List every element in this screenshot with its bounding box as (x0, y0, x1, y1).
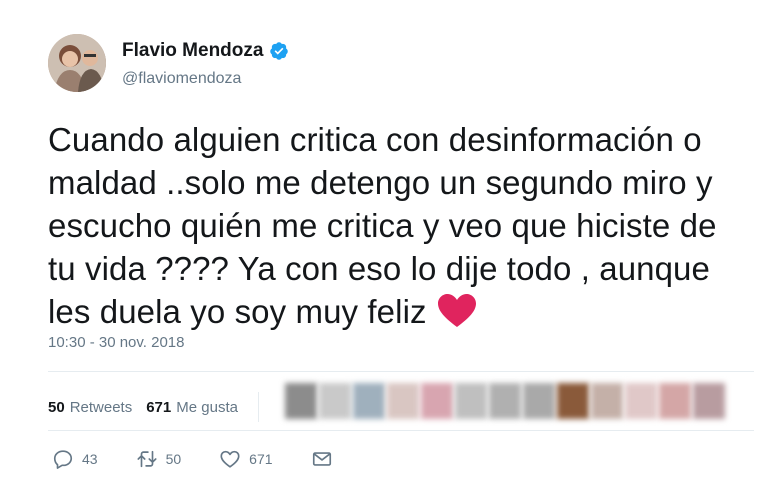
reply-count: 43 (82, 451, 98, 467)
tweet-text-line: les duela yo soy muy feliz (48, 293, 427, 330)
liker-avatar[interactable] (693, 383, 725, 419)
tweet-text-line: Cuando alguien critica con desinformació… (48, 121, 702, 158)
liker-avatar[interactable] (455, 383, 487, 419)
liker-avatar[interactable] (489, 383, 521, 419)
liker-avatar[interactable] (319, 383, 351, 419)
liker-avatars (285, 383, 725, 419)
divider (48, 371, 754, 372)
direct-message-button[interactable] (311, 448, 341, 470)
like-button[interactable]: 671 (219, 448, 273, 470)
tweet-text-line: maldad ..solo me detengo un segundo miro… (48, 164, 713, 201)
liker-avatar[interactable] (387, 383, 419, 419)
reply-button[interactable]: 43 (52, 448, 98, 470)
author-display-name[interactable]: Flavio Mendoza (122, 40, 263, 62)
liker-avatar[interactable] (659, 383, 691, 419)
tweet-card: Flavio Mendoza @flaviomendoza Cuando alg… (0, 0, 767, 504)
divider (48, 430, 754, 431)
avatar[interactable] (48, 34, 106, 92)
likes-label[interactable]: Me gusta (176, 399, 238, 416)
tweet-text-last-line: les duela yo soy muy feliz (48, 290, 748, 333)
author-name-row: Flavio Mendoza (122, 40, 289, 62)
stats-separator (257, 392, 259, 422)
retweets-count[interactable]: 50 (48, 399, 65, 416)
liker-avatar[interactable] (421, 383, 453, 419)
liker-avatar[interactable] (557, 383, 589, 419)
avatar-photo (48, 34, 106, 92)
retweet-button[interactable]: 50 (136, 448, 182, 470)
tweet-actions: 43 50 671 (52, 448, 379, 470)
retweets-label[interactable]: Retweets (70, 399, 133, 416)
red-heart-emoji-icon (437, 294, 476, 327)
tweet-stats: 50 Retweets 671 Me gusta (48, 392, 269, 422)
liker-avatar[interactable] (523, 383, 555, 419)
heart-icon (220, 450, 240, 468)
tweet-text-line: escucho quién me critica y veo que hicis… (48, 207, 717, 244)
liker-avatar[interactable] (285, 383, 317, 419)
liker-avatar[interactable] (625, 383, 657, 419)
liker-avatar[interactable] (591, 383, 623, 419)
retweet-icon (137, 450, 157, 468)
like-count: 671 (249, 451, 273, 467)
tweet-text-line: tu vida ???? Ya con eso lo dije todo , a… (48, 250, 710, 287)
liker-avatar[interactable] (353, 383, 385, 419)
tweet-timestamp[interactable]: 10:30 - 30 nov. 2018 (48, 334, 185, 351)
envelope-icon (312, 452, 331, 466)
retweet-count: 50 (165, 451, 182, 467)
likes-count[interactable]: 671 (146, 399, 171, 416)
tweet-text: Cuando alguien critica con desinformació… (48, 118, 748, 333)
verified-badge-icon (270, 42, 289, 60)
reply-icon (53, 450, 73, 469)
author-handle[interactable]: @flaviomendoza (122, 70, 241, 88)
